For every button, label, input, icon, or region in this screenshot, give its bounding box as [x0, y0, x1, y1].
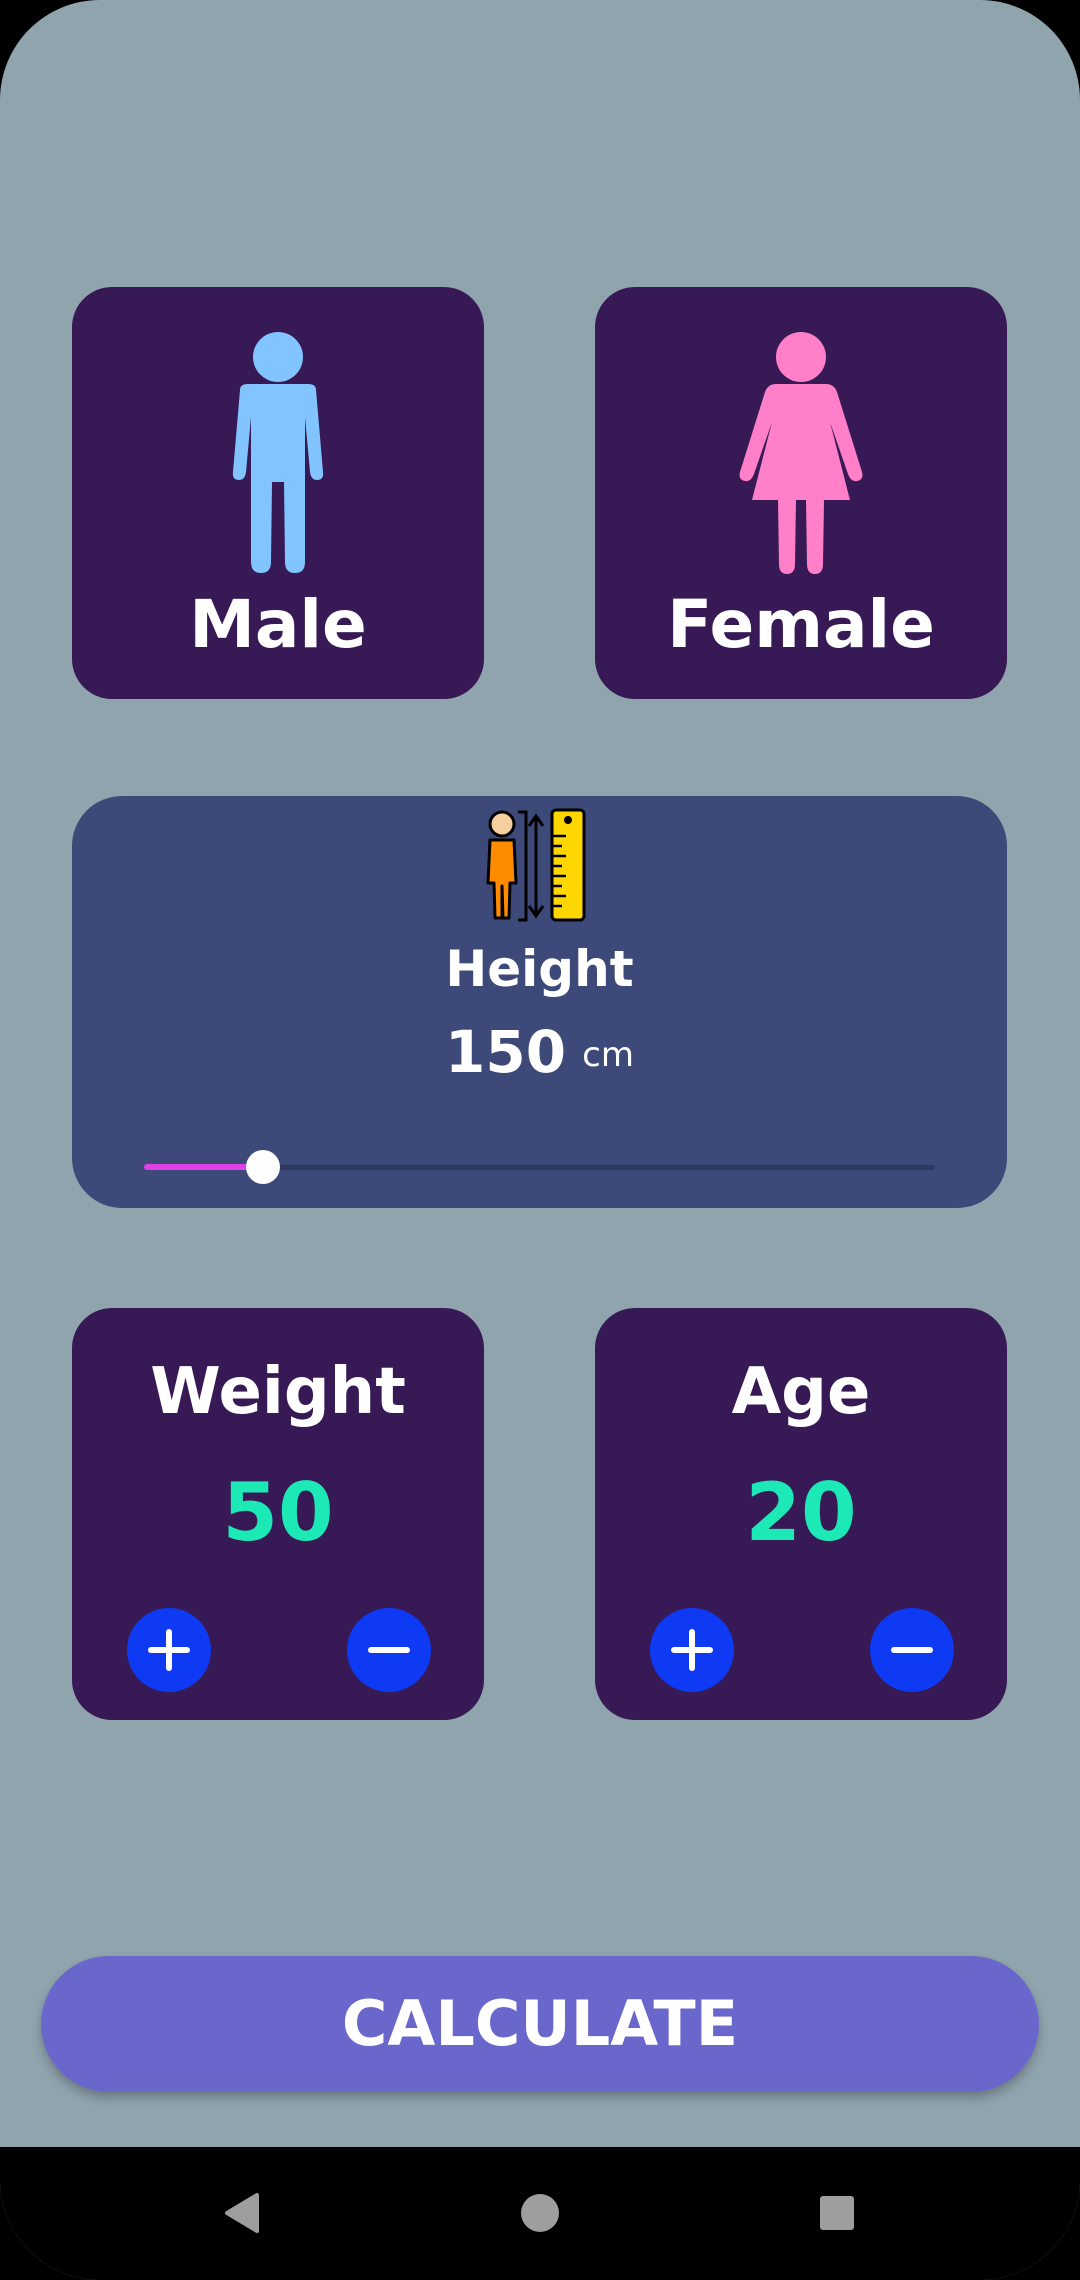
height-title: Height: [445, 940, 634, 998]
age-decrement-button[interactable]: [870, 1608, 954, 1692]
male-person-icon: [232, 332, 324, 573]
weight-decrement-button[interactable]: [347, 1608, 431, 1692]
height-slider[interactable]: [144, 1148, 935, 1188]
age-title: Age: [731, 1355, 871, 1429]
system-navigation-bar: [0, 2147, 1080, 2280]
slider-thumb[interactable]: [246, 1150, 280, 1184]
height-value-row: 150 cm: [72, 1018, 1007, 1086]
weight-value: 50: [222, 1466, 334, 1559]
male-label: Male: [189, 586, 367, 663]
age-value: 20: [745, 1466, 857, 1559]
plus-icon: [148, 1629, 190, 1671]
female-person-icon: [739, 332, 863, 574]
minus-icon: [368, 1647, 410, 1653]
height-card: Height 150 cm: [72, 796, 1007, 1208]
home-circle-icon: [521, 2194, 559, 2232]
weight-card: Weight 50: [72, 1308, 484, 1720]
female-label: Female: [667, 586, 935, 663]
age-card: Age 20: [595, 1308, 1007, 1720]
weight-increment-button[interactable]: [127, 1608, 211, 1692]
male-card[interactable]: Male: [72, 287, 484, 699]
back-button[interactable]: [183, 2147, 303, 2280]
height-unit: cm: [582, 1035, 634, 1075]
height-measure-icon: [486, 808, 586, 922]
female-card[interactable]: Female: [595, 287, 1007, 699]
height-value: 150: [445, 1018, 567, 1086]
recents-button[interactable]: [777, 2147, 897, 2280]
age-increment-button[interactable]: [650, 1608, 734, 1692]
weight-title: Weight: [150, 1355, 406, 1429]
calculate-button[interactable]: CALCULATE: [41, 1956, 1039, 2092]
recents-square-icon: [820, 2196, 854, 2230]
home-button[interactable]: [480, 2147, 600, 2280]
plus-icon: [671, 1629, 713, 1671]
back-triangle-icon: [225, 2193, 259, 2233]
bmi-screen: Male Female Height 150 cm Weight 50 Age …: [0, 0, 1080, 2280]
minus-icon: [891, 1647, 933, 1653]
